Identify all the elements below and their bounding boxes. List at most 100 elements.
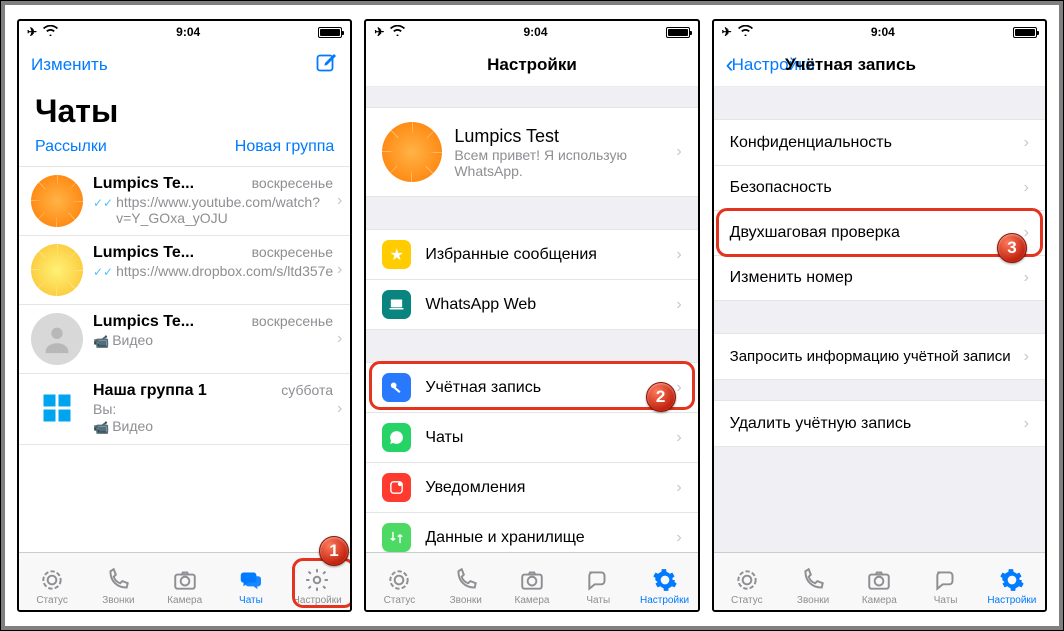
tab-status[interactable]: Статус — [714, 553, 780, 610]
chat-time: суббота — [275, 382, 333, 398]
chat-name: Lumpics Te... — [93, 175, 194, 193]
phone-chats: ✈︎ 9:04 Изменить Чаты Рассылки Новая гру… — [17, 19, 352, 612]
battery-icon — [666, 27, 690, 38]
cell-change-number[interactable]: Изменить номер› — [714, 255, 1045, 300]
cell-delete-account[interactable]: Удалить учётную запись› — [714, 401, 1045, 446]
tab-status[interactable]: Статус — [19, 553, 85, 610]
tab-chats[interactable]: Чаты — [565, 553, 631, 610]
profile-row[interactable]: Lumpics Test Всем привет! Я использую Wh… — [366, 107, 697, 197]
tab-label: Настройки — [640, 595, 689, 606]
cell-label: Чаты — [425, 429, 676, 447]
chevron-right-icon: › — [1024, 134, 1029, 152]
highlight-badge-2: 2 — [646, 382, 676, 412]
highlight-badge-3: 3 — [997, 233, 1027, 263]
chat-name: Наша группа 1 — [93, 382, 207, 400]
chat-sender: Вы: — [93, 401, 333, 417]
tab-calls[interactable]: Звонки — [433, 553, 499, 610]
chat-message: Видео — [112, 418, 153, 436]
status-time: 9:04 — [176, 25, 200, 39]
chevron-right-icon: › — [337, 261, 342, 279]
status-bar: ✈︎ 9:04 — [19, 21, 350, 43]
cell-two-step[interactable]: Двухшаговая проверка› — [714, 210, 1045, 255]
key-icon — [382, 373, 411, 402]
chevron-right-icon: › — [1024, 415, 1029, 433]
cell-notifications[interactable]: Уведомления› — [366, 462, 697, 512]
tab-label: Статус — [384, 595, 416, 606]
tab-settings[interactable]: Настройки — [631, 553, 697, 610]
chat-row[interactable]: Lumpics Te...воскресенье ✓✓https://www.y… — [19, 167, 350, 236]
cell-label: Избранные сообщения — [425, 246, 676, 264]
cell-starred[interactable]: ★ Избранные сообщения› — [366, 230, 697, 279]
tab-camera[interactable]: Камера — [499, 553, 565, 610]
wifi-icon — [43, 25, 58, 39]
status-time: 9:04 — [871, 25, 895, 39]
chevron-right-icon: › — [676, 379, 681, 397]
avatar — [31, 244, 83, 296]
chevron-right-icon: › — [337, 192, 342, 210]
avatar — [31, 382, 83, 434]
tab-label: Камера — [515, 595, 550, 606]
chat-row[interactable]: Lumpics Te...воскресенье 📹Видео › — [19, 305, 350, 374]
chat-time: воскресенье — [246, 244, 333, 260]
chevron-right-icon: › — [676, 429, 681, 447]
cell-privacy[interactable]: Конфиденциальность› — [714, 120, 1045, 165]
tab-camera[interactable]: Камера — [152, 553, 218, 610]
wifi-icon — [390, 25, 405, 39]
avatar — [31, 175, 83, 227]
tab-calls[interactable]: Звонки — [85, 553, 151, 610]
chevron-right-icon: › — [1024, 269, 1029, 287]
tab-label: Звонки — [797, 595, 829, 606]
star-icon: ★ — [382, 240, 411, 269]
cell-chats[interactable]: Чаты› — [366, 412, 697, 462]
tab-camera[interactable]: Камера — [846, 553, 912, 610]
compose-icon[interactable] — [314, 51, 338, 80]
status-bar: ✈︎ 9:04 — [714, 21, 1045, 43]
cell-label: Безопасность — [730, 179, 1024, 197]
tab-label: Статус — [36, 595, 68, 606]
tab-chats[interactable]: Чаты — [912, 553, 978, 610]
chat-name: Lumpics Te... — [93, 244, 194, 262]
cell-data[interactable]: Данные и хранилище› — [366, 512, 697, 552]
cell-label: Конфиденциальность — [730, 134, 1024, 152]
chat-row[interactable]: Наша группа 1суббота Вы: 📹Видео › — [19, 374, 350, 445]
tab-label: Звонки — [450, 595, 482, 606]
chevron-right-icon: › — [676, 529, 681, 547]
nav-title: Настройки — [448, 55, 615, 75]
cell-label: Двухшаговая проверка — [730, 224, 1024, 242]
tab-label: Настройки — [987, 595, 1036, 606]
tab-label: Камера — [167, 595, 202, 606]
avatar — [382, 122, 442, 182]
avatar — [31, 313, 83, 365]
wifi-icon — [738, 25, 753, 39]
laptop-icon — [382, 290, 411, 319]
tab-label: Чаты — [934, 595, 958, 606]
chevron-right-icon: › — [676, 143, 681, 161]
video-icon: 📹 — [93, 420, 109, 436]
edit-button[interactable]: Изменить — [31, 55, 108, 75]
tab-bar: Статус Звонки Камера Чаты Настройки — [366, 552, 697, 610]
status-bar: ✈︎ 9:04 — [366, 21, 697, 43]
tab-settings[interactable]: Настройки — [979, 553, 1045, 610]
cell-label: Изменить номер — [730, 269, 1024, 287]
cell-security[interactable]: Безопасность› — [714, 165, 1045, 210]
tab-label: Камера — [862, 595, 897, 606]
data-icon — [382, 523, 411, 552]
chevron-right-icon: › — [1024, 179, 1029, 197]
new-group-link[interactable]: Новая группа — [235, 138, 335, 156]
tab-label: Чаты — [239, 595, 263, 606]
tab-chats[interactable]: Чаты — [218, 553, 284, 610]
phone-account: ✈︎ 9:04 ‹Настройки Учётная запись Конфид… — [712, 19, 1047, 612]
read-ticks-icon: ✓✓ — [93, 196, 113, 210]
tab-status[interactable]: Статус — [366, 553, 432, 610]
chat-row[interactable]: Lumpics Te...воскресенье ✓✓https://www.d… — [19, 236, 350, 305]
chevron-right-icon: › — [676, 479, 681, 497]
broadcasts-link[interactable]: Рассылки — [35, 138, 107, 156]
cell-request-info[interactable]: Запросить информацию учётной записи› — [714, 334, 1045, 379]
airplane-icon: ✈︎ — [27, 25, 37, 39]
cell-web[interactable]: WhatsApp Web› — [366, 279, 697, 329]
phone-settings: ✈︎ 9:04 Настройки Lumpics Test Всем прив… — [364, 19, 699, 612]
tab-calls[interactable]: Звонки — [780, 553, 846, 610]
chat-name: Lumpics Te... — [93, 313, 194, 331]
tab-bar: Статус Звонки Камера Чаты Настройки — [714, 552, 1045, 610]
airplane-icon: ✈︎ — [722, 25, 732, 39]
